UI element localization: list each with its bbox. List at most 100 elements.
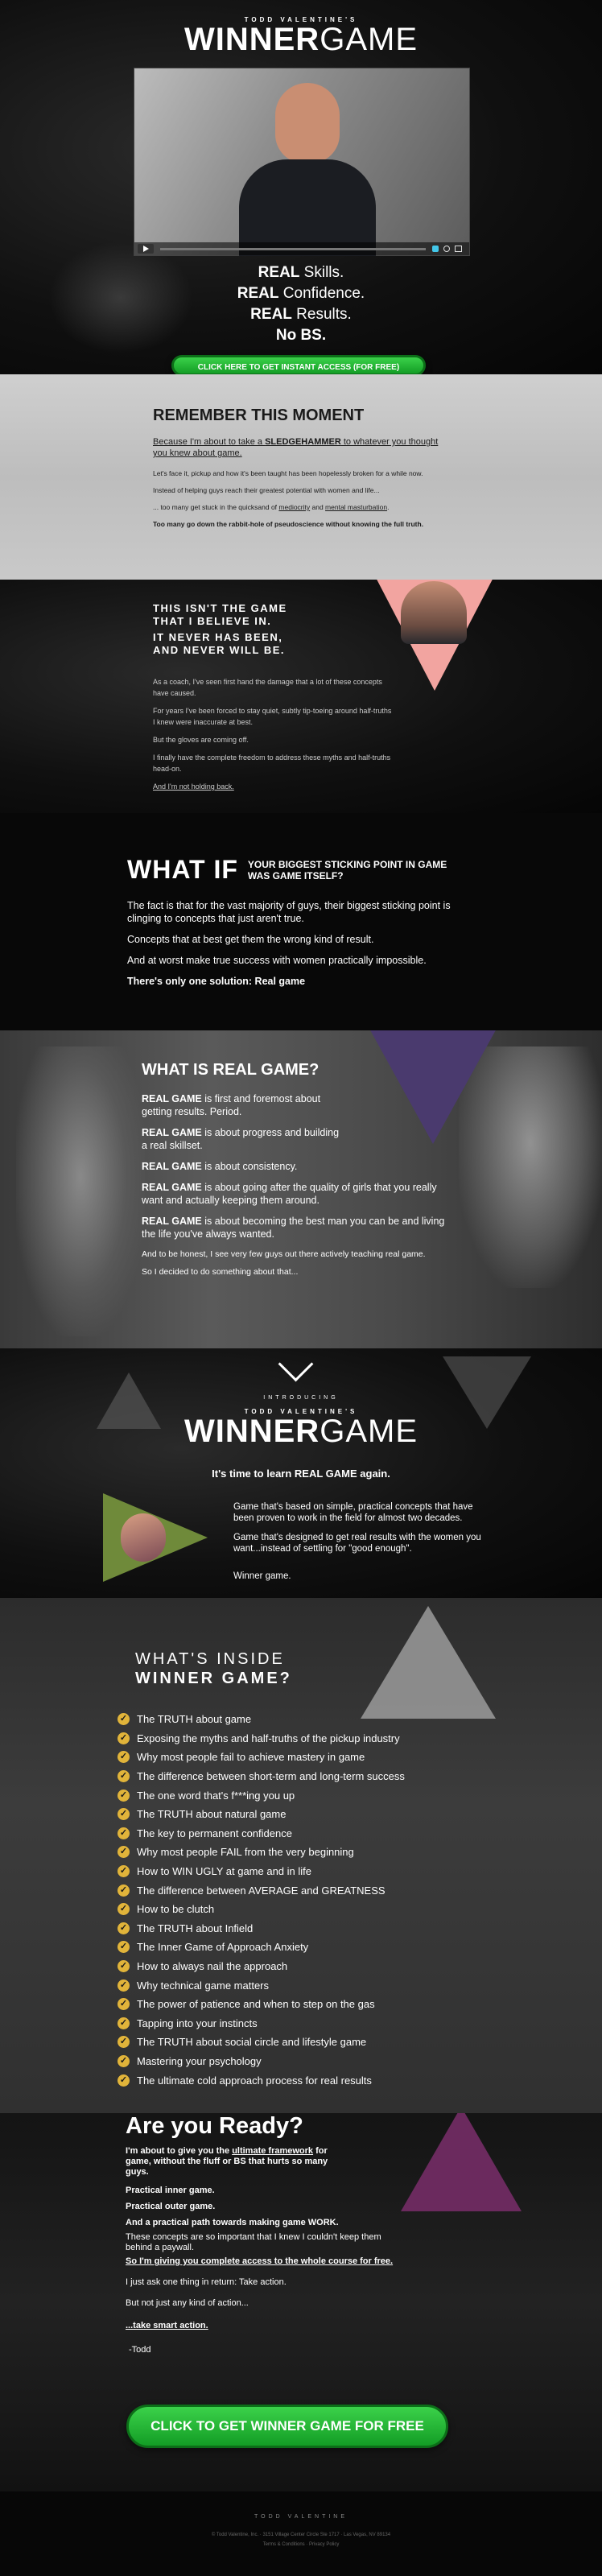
inside-list-item-label: Why most people fail to achieve mastery … [137, 1751, 365, 1764]
footer-brand: TODD VALENTINE [254, 2514, 348, 2520]
check-circle-icon: ✓ [118, 1713, 130, 1726]
ready-cta-button[interactable]: CLICK TO GET WINNER GAME FOR FREE [126, 2405, 448, 2448]
whatif-side: YOUR BIGGEST STICKING POINT IN GAME WAS G… [247, 858, 447, 881]
whatif-p4: There's only one solution: Real game [127, 976, 306, 987]
inside-section: WHAT'S INSIDE WINNER GAME? ✓ The TRUTH ab… [0, 1598, 602, 2113]
inside-list-item-label: The TRUTH about social circle and lifest… [137, 2036, 367, 2049]
check-circle-icon: ✓ [118, 1903, 130, 1916]
realgame-item-5: REAL GAME is about becoming the best man… [142, 1216, 445, 1240]
inside-list-item-label: The difference between short-term and lo… [137, 1770, 405, 1783]
believe-p2: For years I've been forced to stay quiet… [153, 707, 392, 726]
inside-list-item: ✓ The key to permanent confidence [118, 1824, 456, 1843]
ready-l8: ...take smart action. [126, 2321, 208, 2330]
inside-list-item: ✓ The difference between short-term and l… [118, 1767, 456, 1786]
claim-results: REAL Results. [250, 306, 352, 323]
ready-l7: But not just any kind of action... [126, 2298, 249, 2308]
inside-list-item: ✓ The TRUTH about game [118, 1710, 456, 1729]
introducing-p1: Game that's based on simple, practical c… [233, 1502, 473, 1523]
check-circle-icon: ✓ [118, 1808, 130, 1821]
check-circle-icon: ✓ [118, 2074, 130, 2087]
believe-photo-face [401, 581, 467, 644]
inside-title: WHAT'S INSIDE WINNER GAME? [135, 1650, 292, 1687]
realgame-content: WHAT IS REAL GAME? REAL GAME is first an… [142, 1061, 447, 1284]
ready-lead: I'm about to give you the ultimate frame… [126, 2146, 328, 2177]
inside-list-item: ✓ The one word that's f***ing you up [118, 1785, 456, 1805]
inside-list-item-label: The ultimate cold approach process for r… [137, 2074, 372, 2087]
realgame-section: WHAT IS REAL GAME? REAL GAME is first an… [0, 1030, 602, 1348]
ready-l3: And a practical path towards making game… [126, 2218, 339, 2227]
believe-p4: I finally have the complete freedom to a… [153, 753, 391, 773]
claim-confidence: REAL Confidence. [237, 285, 365, 302]
inside-list-item-label: Exposing the myths and half-truths of th… [137, 1732, 400, 1744]
inside-list-item: ✓ The TRUTH about Infield [118, 1919, 456, 1938]
volume-icon[interactable] [432, 246, 439, 252]
chevron-down-icon [278, 1348, 314, 1382]
realgame-item-2: REAL GAME is about progress and building… [142, 1127, 340, 1151]
introducing-section: INTRODUCING TODD VALENTINE'S WINNERGAME … [0, 1348, 602, 1598]
inside-list-item-label: The TRUTH about Infield [137, 1922, 254, 1934]
inside-list-item: ✓ The TRUTH about social circle and lifes… [118, 2033, 456, 2052]
hero-cta-button[interactable]: CLICK HERE TO GET INSTANT ACCESS (FOR FR… [171, 355, 426, 374]
video-player[interactable] [134, 68, 470, 256]
realgame-title: WHAT IS REAL GAME? [142, 1061, 320, 1079]
inside-list-item-label: How to always nail the approach [137, 1960, 288, 1973]
whatif-content: WHAT IF YOUR BIGGEST STICKING POINT IN G… [127, 855, 481, 996]
footer-links[interactable]: Terms & Conditions · Privacy Policy [0, 2542, 602, 2547]
footer-address: © Todd Valentine, Inc. · 3151 Village Ce… [211, 2533, 391, 2537]
realgame-p1: And to be honest, I see very few guys ou… [142, 1249, 426, 1259]
introducing-logo: TODD VALENTINE'S WINNERGAME [183, 1408, 418, 1449]
inside-list-item-label: Why technical game matters [137, 1979, 270, 1992]
inside-list-item: ✓ How to always nail the approach [118, 1957, 456, 1976]
whatif-big: WHAT IF [127, 855, 238, 884]
check-circle-icon: ✓ [118, 1770, 130, 1783]
claim-no-bs: No BS. [275, 327, 327, 344]
inside-list-item-label: The Inner Game of Approach Anxiety [137, 1941, 309, 1954]
inside-list-item-label: Why most people FAIL from the very begin… [137, 1846, 354, 1859]
ready-sign: -Todd [129, 2345, 151, 2355]
footer-section: TODD VALENTINE © Todd Valentine, Inc. · … [0, 2491, 602, 2576]
ready-title: Are you Ready? [126, 2113, 303, 2139]
remember-lead: Because I'm about to take a SLEDGEHAMMER… [153, 437, 439, 458]
ready-l1: Practical inner game. [126, 2186, 215, 2195]
hero-section: TODD VALENTINE'S WINNERGAME REAL Skills.… [0, 0, 602, 374]
check-circle-icon: ✓ [118, 1846, 130, 1859]
video-controls [134, 242, 469, 255]
inside-list-item-label: The key to permanent confidence [137, 1827, 292, 1839]
inside-list-item-label: Tapping into your instincts [137, 2017, 258, 2029]
play-icon[interactable] [138, 244, 154, 254]
claim-skills: REAL Skills. [258, 264, 344, 281]
inside-list-item: ✓ Why most people FAIL from the very begi… [118, 1843, 456, 1862]
brand-wordmark: WINNERGAME [183, 22, 418, 57]
inside-list-item-label: The power of patience and when to step o… [137, 1998, 375, 2011]
check-circle-icon: ✓ [118, 1732, 130, 1744]
believe-p5: And I'm not holding back. [153, 782, 234, 791]
remember-p1: Let's face it, pickup and how it's been … [153, 469, 423, 477]
fullscreen-icon[interactable] [455, 246, 462, 252]
remember-p4: Too many go down the rabbit-hole of pseu… [153, 520, 424, 528]
brand-logo: TODD VALENTINE'S WINNERGAME [0, 16, 602, 56]
video-progress-bar[interactable] [160, 248, 426, 250]
check-circle-icon: ✓ [118, 1941, 130, 1954]
ready-section: Are you Ready? I'm about to give you the… [0, 2113, 602, 2491]
inside-list-item: ✓ Exposing the myths and half-truths of t… [118, 1729, 456, 1748]
check-circle-icon: ✓ [118, 1922, 130, 1934]
settings-icon[interactable] [443, 246, 450, 252]
introducing-photo-face [121, 1513, 166, 1562]
inside-list: ✓ The TRUTH about game ✓ Exposing the myths… [118, 1710, 456, 2090]
remember-section: REMEMBER THIS MOMENT Because I'm about t… [0, 374, 602, 580]
whatif-section: WHAT IF YOUR BIGGEST STICKING POINT IN G… [0, 813, 602, 1030]
introducing-p2: Game that's designed to get real results… [233, 1533, 481, 1554]
ready-l5: So I'm giving you complete access to the… [126, 2256, 394, 2266]
realgame-item-1: REAL GAME is first and foremost about ge… [142, 1093, 321, 1117]
believe-p3: But the gloves are coming off. [153, 736, 249, 744]
believe-content: THIS ISN'T THE GAME THAT I BELIEVE IN. IT… [153, 602, 394, 799]
realgame-p2: So I decided to do something about that.… [142, 1267, 299, 1277]
ready-l2: Practical outer game. [126, 2202, 216, 2211]
remember-content: REMEMBER THIS MOMENT Because I'm about t… [153, 407, 452, 536]
check-circle-icon: ✓ [118, 1827, 130, 1839]
inside-list-item-label: Mastering your psychology [137, 2054, 262, 2067]
check-circle-icon: ✓ [118, 2054, 130, 2067]
check-circle-icon: ✓ [118, 1979, 130, 1992]
inside-list-item: ✓ The TRUTH about natural game [118, 1805, 456, 1824]
inside-list-item: ✓ How to WIN UGLY at game and in life [118, 1862, 456, 1881]
